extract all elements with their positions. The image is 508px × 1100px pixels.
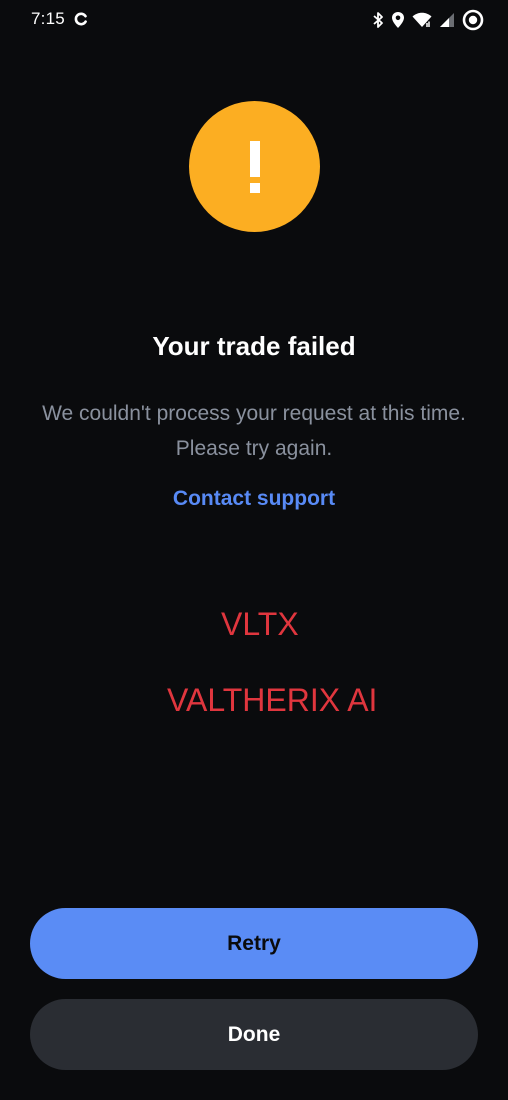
sync-icon [73,11,89,27]
status-time: 7:15 [31,9,65,28]
ticker-symbol: VLTX [221,606,299,642]
signal-icon [439,12,455,28]
alert-badge [189,101,320,232]
contact-support-link[interactable]: Contact support [0,487,508,511]
status-icons [372,9,484,31]
bluetooth-icon [372,11,384,29]
status-bar: 7:15 [0,0,508,40]
page-title: Your trade failed [152,331,356,361]
record-icon [462,9,484,31]
error-message: We couldn't process your request at this… [42,402,466,460]
retry-button[interactable]: Retry [30,908,478,979]
wifi-icon [412,12,432,28]
done-button[interactable]: Done [30,999,478,1070]
project-name: VALTHERIX AI [167,682,378,718]
location-icon [391,11,405,29]
